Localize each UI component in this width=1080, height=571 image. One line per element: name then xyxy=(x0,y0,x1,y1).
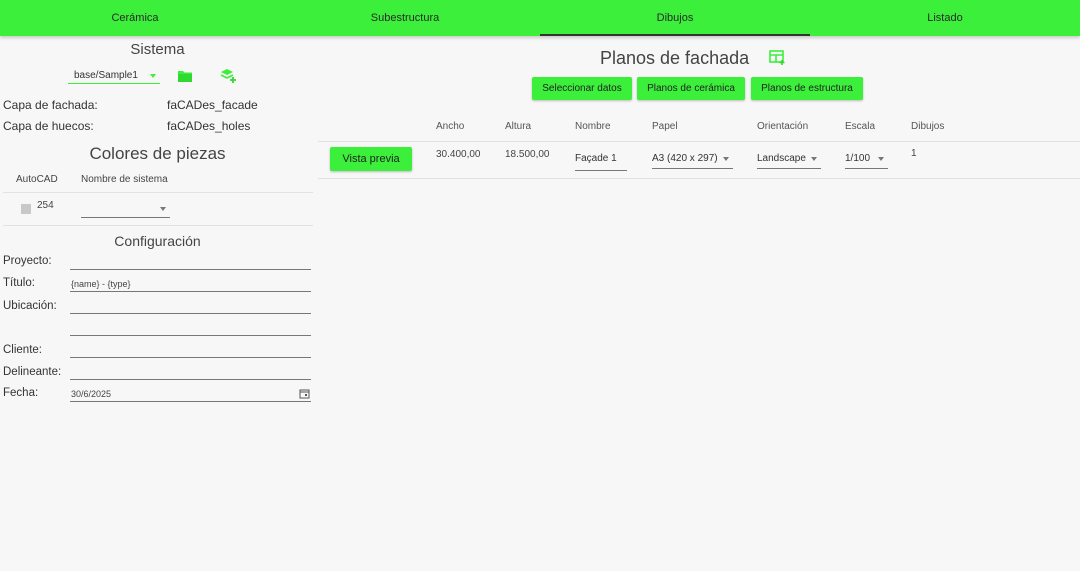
color-swatch xyxy=(21,204,31,214)
ancho-value: 30.400,00 xyxy=(436,149,481,160)
nombre-value: Façade 1 xyxy=(575,153,617,164)
chevron-down-icon xyxy=(811,156,817,161)
capa-huecos-label: Capa de huecos: xyxy=(3,119,94,133)
planos-estructura-button[interactable]: Planos de estructura xyxy=(751,77,863,100)
configuracion-title: Configuración xyxy=(114,233,201,249)
titulo-label: Título: xyxy=(3,277,35,289)
cliente-label: Cliente: xyxy=(3,344,42,356)
capa-huecos-value: faCADes_holes xyxy=(167,119,251,133)
col-autocad-header: AutoCAD xyxy=(16,174,58,185)
divider xyxy=(318,141,1080,142)
vista-previa-button[interactable]: Vista previa xyxy=(330,147,412,171)
chevron-down-icon xyxy=(150,73,156,78)
proyecto-label: Proyecto: xyxy=(3,255,52,267)
divider xyxy=(3,225,313,226)
sistema-select-row: base/Sample1 xyxy=(68,68,160,84)
col-escala-header: Escala xyxy=(845,121,876,132)
layers-add-icon[interactable] xyxy=(220,68,237,89)
folder-icon[interactable] xyxy=(177,70,193,88)
capa-fachada-value: faCADes_facade xyxy=(167,98,258,112)
delineante-label: Delineante: xyxy=(3,366,62,378)
fecha-field[interactable]: 30/6/2025 xyxy=(70,386,311,402)
sistema-title: Sistema xyxy=(130,41,185,58)
papel-select[interactable]: A3 (420 x 297) xyxy=(652,149,733,169)
col-nombre-header: Nombre de sistema xyxy=(81,174,168,185)
orientacion-select[interactable]: Landscape xyxy=(757,149,821,169)
tab-dibujos[interactable]: Dibujos xyxy=(540,0,810,36)
proyecto-field[interactable] xyxy=(70,254,311,270)
chevron-down-icon xyxy=(878,156,884,161)
col-orientacion-header: Orientación xyxy=(757,121,809,132)
calendar-icon[interactable] xyxy=(299,388,310,404)
colores-title: Colores de piezas xyxy=(89,144,226,163)
planos-ceramica-button[interactable]: Planos de cerámica xyxy=(637,77,745,100)
orientacion-value: Landscape xyxy=(757,153,806,164)
sistema-select-value: base/Sample1 xyxy=(74,70,138,81)
col-altura-header: Altura xyxy=(505,121,532,132)
sistema-select[interactable]: base/Sample1 xyxy=(68,68,160,84)
capa-fachada-label: Capa de fachada: xyxy=(3,98,98,112)
chevron-down-icon xyxy=(160,206,166,211)
escala-select[interactable]: 1/100 xyxy=(845,149,888,169)
titulo-field[interactable]: {name} - {type} xyxy=(70,276,311,292)
altura-value: 18.500,00 xyxy=(505,149,550,160)
nombre-field[interactable]: Façade 1 xyxy=(575,147,627,171)
tab-ceramica[interactable]: Cerámica xyxy=(0,0,270,36)
ubicacion-field-line2[interactable] xyxy=(70,320,311,336)
papel-value: A3 (420 x 297) xyxy=(652,153,718,164)
ubicacion-label: Ubicación: xyxy=(3,300,57,312)
seleccionar-datos-button[interactable]: Seleccionar datos xyxy=(532,77,632,100)
col-nombre-header: Nombre xyxy=(575,121,611,132)
color-code: 254 xyxy=(37,200,54,211)
delineante-field[interactable] xyxy=(70,364,311,380)
escala-value: 1/100 xyxy=(845,153,871,164)
fecha-value: 30/6/2025 xyxy=(71,389,112,399)
planos-title: Planos de fachada xyxy=(600,48,750,68)
table-add-icon[interactable] xyxy=(769,50,786,70)
fecha-label: Fecha: xyxy=(3,387,39,399)
cliente-field[interactable] xyxy=(70,342,311,358)
ubicacion-field[interactable] xyxy=(70,298,311,314)
divider xyxy=(318,178,1080,179)
col-dibujos-header: Dibujos xyxy=(911,121,945,132)
tab-subestructura[interactable]: Subestructura xyxy=(270,0,540,36)
top-tab-bar: Cerámica Subestructura Dibujos Listado xyxy=(0,0,1080,36)
dibujos-value: 1 xyxy=(911,148,917,159)
nombre-sistema-select[interactable] xyxy=(81,200,170,218)
col-papel-header: Papel xyxy=(652,121,678,132)
col-ancho-header: Ancho xyxy=(436,121,465,132)
tab-listado[interactable]: Listado xyxy=(810,0,1080,36)
chevron-down-icon xyxy=(723,156,729,161)
divider xyxy=(3,192,313,193)
